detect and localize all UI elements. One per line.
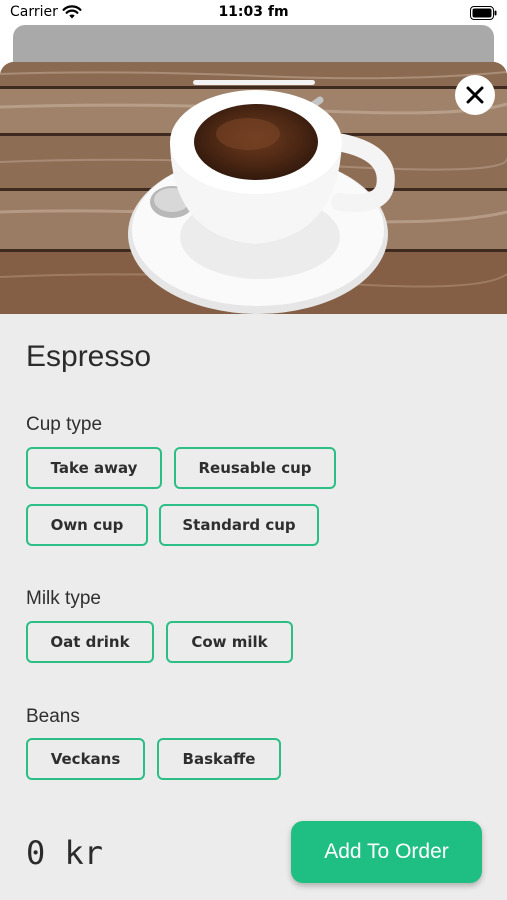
option-own-cup[interactable]: Own cup — [26, 504, 148, 546]
sheet-grabber[interactable] — [193, 80, 315, 85]
battery-icon — [470, 5, 497, 24]
option-take-away[interactable]: Take away — [26, 447, 162, 489]
option-standard-cup[interactable]: Standard cup — [159, 504, 319, 546]
option-cow-milk[interactable]: Cow milk — [166, 621, 293, 663]
option-reusable-cup[interactable]: Reusable cup — [174, 447, 336, 489]
add-to-order-button[interactable]: Add To Order — [291, 821, 482, 883]
option-baskaffe[interactable]: Baskaffe — [157, 738, 281, 780]
status-bar: Carrier 11:03 fm — [0, 0, 507, 26]
status-time: 11:03 fm — [218, 4, 289, 20]
close-button[interactable] — [455, 75, 495, 115]
product-image — [0, 62, 507, 314]
option-veckans[interactable]: Veckans — [26, 738, 145, 780]
product-title: Espresso — [26, 340, 152, 373]
close-icon — [466, 86, 484, 104]
beans-label: Beans — [26, 706, 80, 727]
price-label: 0 kr — [26, 834, 104, 872]
option-oat-drink[interactable]: Oat drink — [26, 621, 154, 663]
milk-type-label: Milk type — [26, 588, 101, 609]
product-sheet: Espresso Cup type Take away Reusable cup… — [0, 62, 507, 900]
cup-type-label: Cup type — [26, 414, 103, 435]
